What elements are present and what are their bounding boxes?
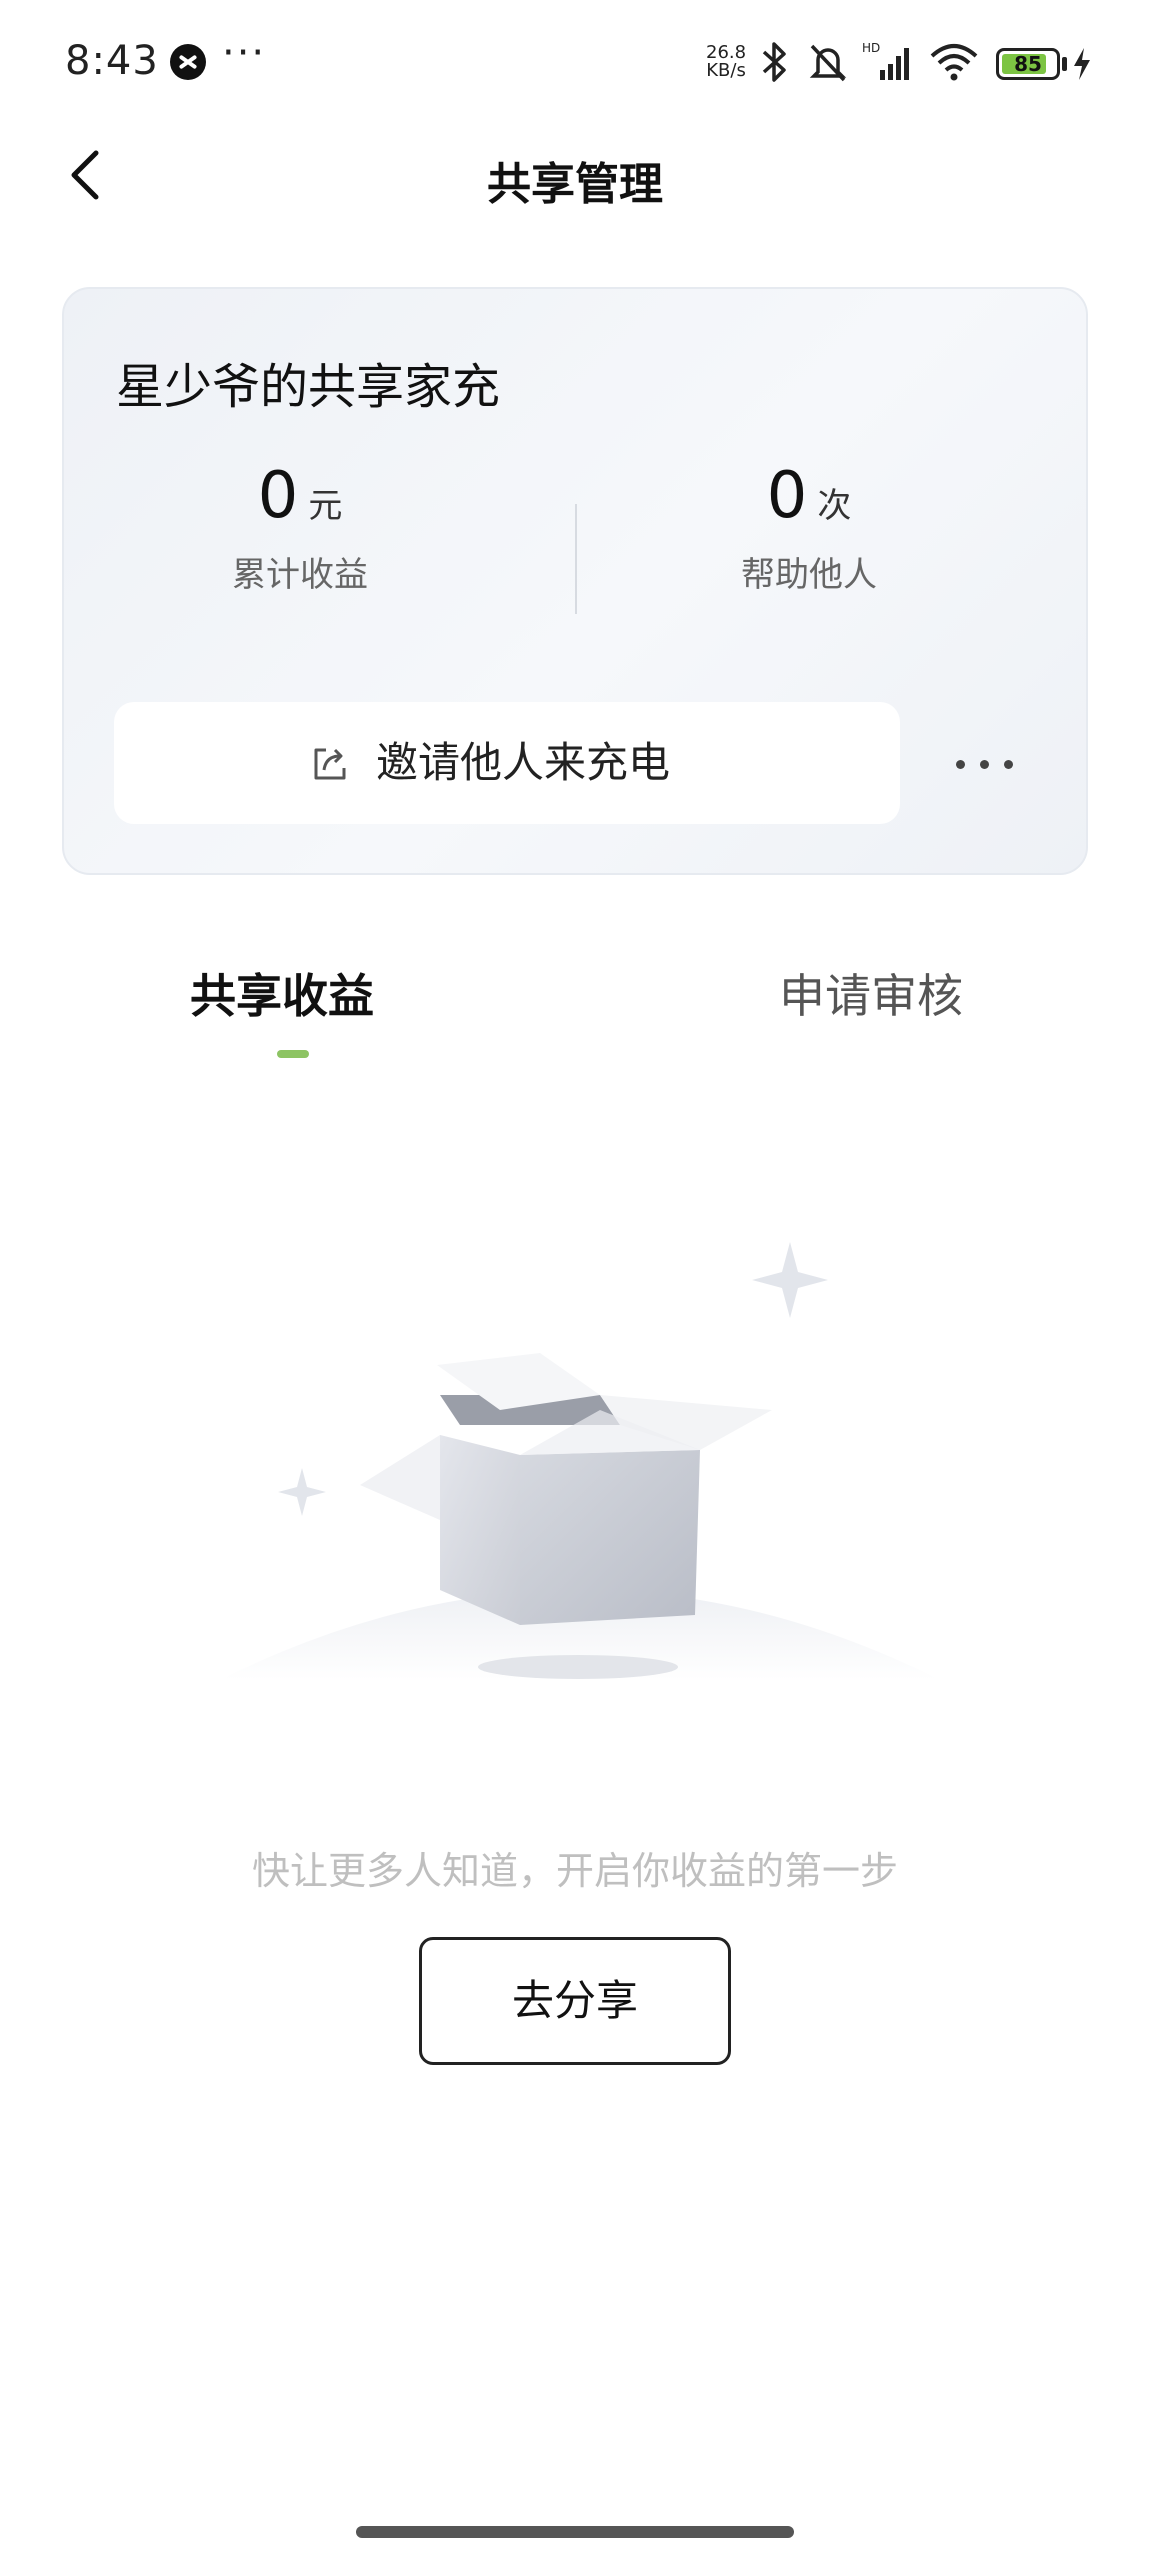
stat-divider [575,504,577,614]
signal-icon: HD [862,41,909,80]
home-indicator[interactable] [356,2526,794,2538]
tab-shared-earnings[interactable]: 共享收益 [190,960,374,1026]
battery-cap [1062,57,1067,71]
page-title: 共享管理 [487,159,663,210]
tab-application-review[interactable]: 申请审核 [779,960,963,1026]
more-options-button[interactable] [940,729,1030,799]
empty-box-icon [220,1242,940,1680]
more-notifications-icon: ··· [222,30,267,76]
active-tab-indicator [277,1050,309,1058]
card-title: 星少爷的共享家充 [116,359,501,415]
net-speed-unit: KB/s [706,60,746,81]
earnings-stat: 0元 累计收益 [150,459,450,596]
mute-bell-icon [809,44,847,82]
empty-state-message: 快让更多人知道，开启你收益的第一步 [251,1849,898,1893]
go-share-button[interactable]: 去分享 [419,1937,731,2065]
earnings-value: 0 [257,459,299,533]
earnings-unit: 元 [308,486,343,526]
invite-button[interactable]: 邀请他人来充电 [114,702,900,824]
more-dot [980,760,989,769]
status-time: 8:43 [65,38,159,84]
battery-icon: 85 [996,48,1060,80]
helps-stat: 0次 帮助他人 [659,459,959,596]
charging-icon [1074,48,1090,80]
earnings-label: 累计收益 [232,555,368,595]
battery-level: 85 [1014,52,1042,76]
net-speed: 26.8 KB/s [706,44,746,80]
more-dot [1004,760,1013,769]
shared-charger-card: 星少爷的共享家充 0元 累计收益 0次 帮助他人 邀请他人来充电 [62,287,1088,875]
bluetooth-icon [762,42,786,82]
notification-app-icon [170,44,206,80]
share-icon [314,748,346,780]
svg-text:HD: HD [862,41,880,55]
invite-label: 邀请他人来充电 [376,738,671,787]
more-dots-icon [956,760,965,769]
status-bar: 8:43 ··· 26.8 KB/s HD 85 [0,0,1150,130]
helps-value: 0 [766,459,808,533]
helps-label: 帮助他人 [741,555,877,595]
wifi-icon [930,44,978,81]
helps-unit: 次 [817,486,852,526]
